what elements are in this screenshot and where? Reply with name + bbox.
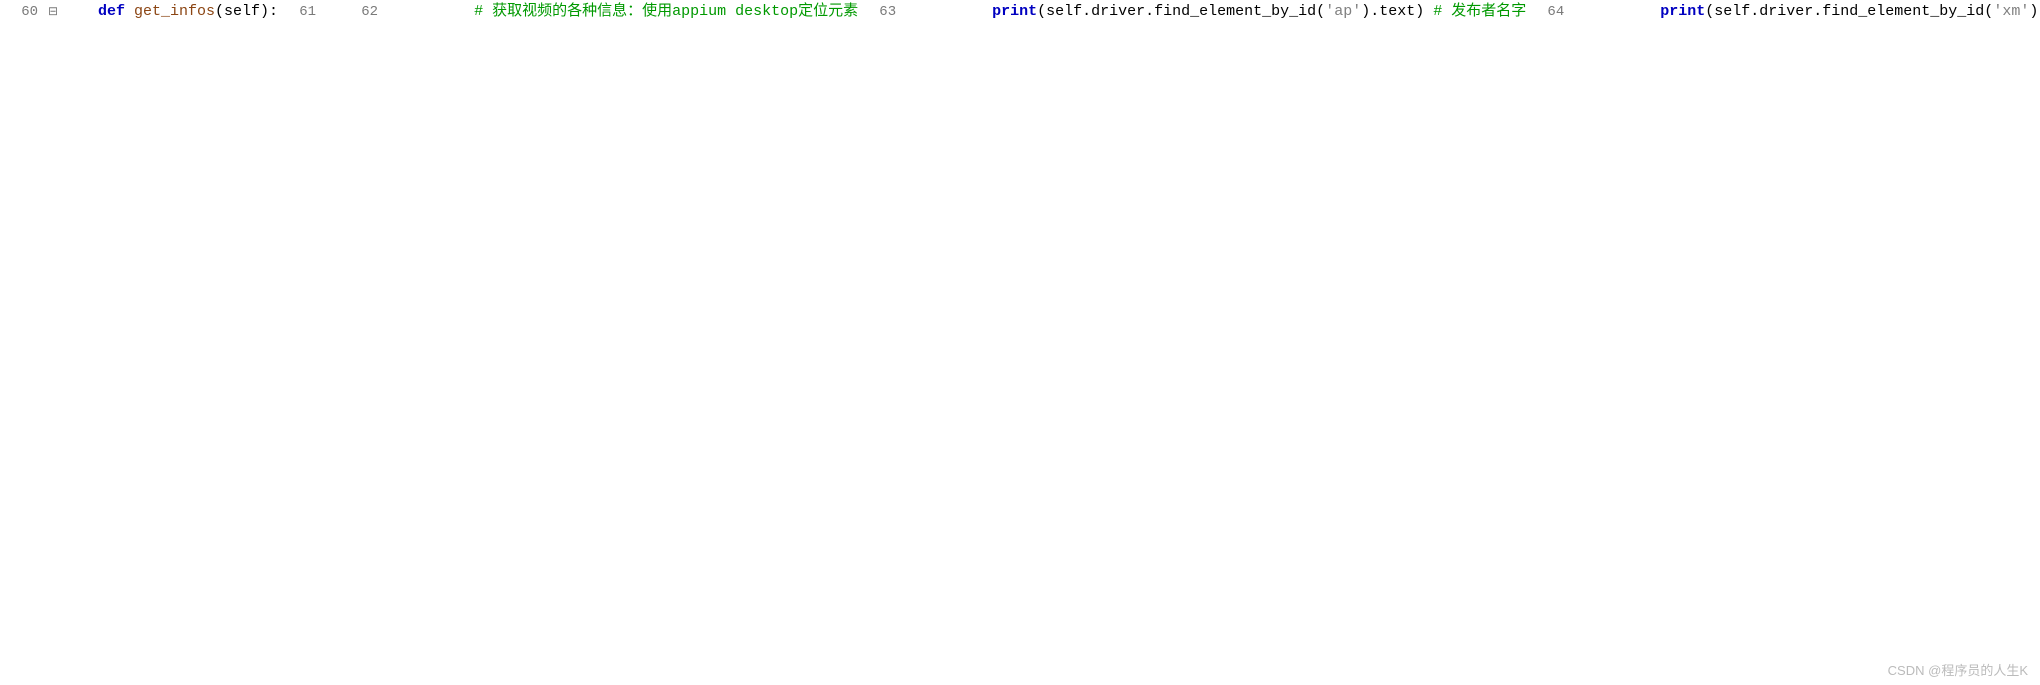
line-number: 62 [340,0,384,24]
fold-marker [902,0,920,24]
fold-marker[interactable]: ⊟ [44,0,62,24]
code-line[interactable]: 62 # 获取视频的各种信息：使用appium desktop定位元素 [340,0,858,24]
code-line[interactable]: 64 print(self.driver.find_element_by_id(… [1526,0,2040,24]
code-content[interactable]: print(self.driver.find_element_by_id('ap… [920,0,1526,24]
fold-marker [322,0,340,24]
code-content[interactable]: # 获取视频的各种信息：使用appium desktop定位元素 [402,0,858,24]
code-content[interactable]: def get_infos(self): [62,0,278,24]
code-editor[interactable]: 60⊟ def get_infos(self):61 62 # 获取视频的各种信息… [0,0,2040,24]
code-line[interactable]: 60⊟ def get_infos(self): [0,0,278,24]
fold-marker [384,0,402,24]
fold-marker [1570,0,1588,24]
code-line[interactable]: 61 [278,0,340,24]
line-number: 63 [858,0,902,24]
code-line[interactable]: 63 print(self.driver.find_element_by_id(… [858,0,1526,24]
code-content[interactable]: print(self.driver.find_element_by_id('xm… [1588,0,2040,24]
line-number: 64 [1526,0,1570,24]
line-number: 60 [0,0,44,24]
line-number: 61 [278,0,322,24]
watermark-text: CSDN @程序员的人生K [1888,660,2028,679]
